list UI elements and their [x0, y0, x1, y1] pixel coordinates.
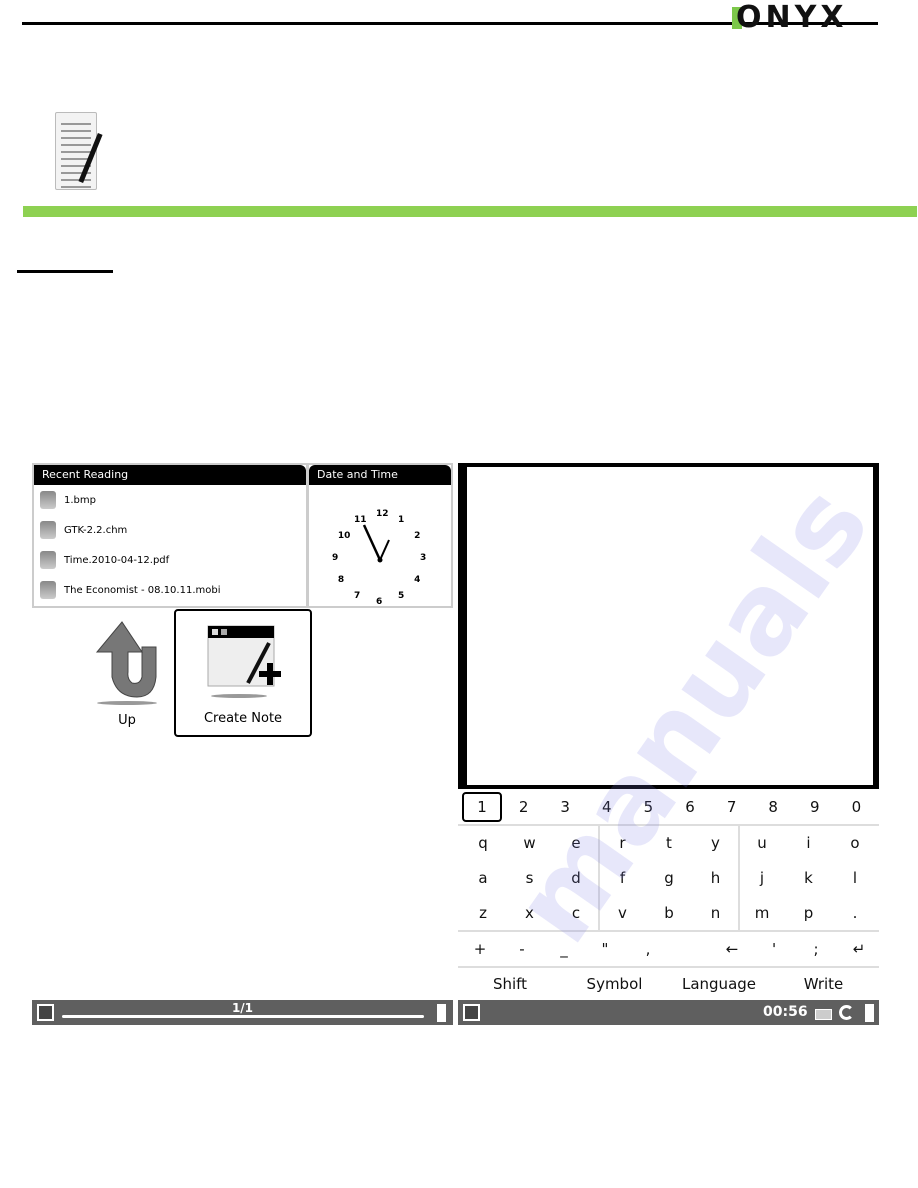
clock-number: 12	[376, 509, 389, 519]
key[interactable]: o	[835, 828, 875, 858]
list-item[interactable]: 1.bmp	[34, 485, 306, 515]
date-time-title: Date and Time	[309, 465, 451, 485]
onyx-logo: ONYX	[732, 0, 847, 35]
key-separator	[738, 826, 740, 930]
page-indicator: 1/1	[231, 1001, 254, 1015]
key[interactable]: 0	[836, 792, 876, 822]
file-icon	[40, 581, 56, 599]
page-progress-bar	[62, 1015, 424, 1018]
file-name: Time.2010-04-12.pdf	[64, 554, 170, 566]
menu-icon[interactable]	[463, 1004, 480, 1021]
key[interactable]: h	[696, 863, 736, 893]
key[interactable]: k	[789, 863, 829, 893]
file-name: 1.bmp	[64, 494, 96, 506]
clock-number: 2	[414, 531, 421, 541]
clock-number: 9	[332, 553, 339, 563]
key[interactable]: 8	[753, 792, 793, 822]
create-note-tile[interactable]: Create Note	[174, 609, 312, 737]
clock-number: 4	[414, 575, 421, 585]
file-icon	[40, 491, 56, 509]
file-icon	[40, 551, 56, 569]
key[interactable]: +	[461, 934, 499, 964]
key[interactable]: b	[649, 898, 689, 928]
list-item[interactable]: GTK-2.2.chm	[34, 515, 306, 545]
key[interactable]: '	[755, 934, 793, 964]
key[interactable]: ↵	[840, 934, 878, 964]
analog-clock: 12 1 2 3 4 5 6 7 8 9 10 11	[309, 485, 451, 607]
create-note-label: Create Note	[203, 711, 283, 726]
clock-number: 5	[398, 591, 405, 602]
keyboard-icon[interactable]	[815, 1009, 832, 1020]
key-separator	[458, 930, 879, 932]
key[interactable]: 9	[795, 792, 835, 822]
clock-hands	[362, 524, 390, 563]
up-arrow-icon	[95, 621, 157, 705]
key[interactable]: j	[742, 863, 782, 893]
key[interactable]: 1	[462, 792, 502, 822]
key-separator	[458, 966, 879, 968]
clock-number: 8	[337, 575, 345, 585]
key[interactable]: Write	[772, 969, 876, 999]
key[interactable]: l	[835, 863, 875, 893]
key[interactable]: y	[696, 828, 736, 858]
key[interactable]: Symbol	[563, 969, 667, 999]
battery-icon	[865, 1004, 874, 1022]
key[interactable]: ;	[797, 934, 835, 964]
key[interactable]: Shift	[458, 969, 562, 999]
key[interactable]: q	[463, 828, 503, 858]
clock-number: 7	[354, 591, 361, 602]
file-name: The Economist - 08.10.11.mobi	[64, 584, 221, 596]
clock-number: 3	[420, 553, 427, 563]
key[interactable]: Language	[667, 969, 771, 999]
key[interactable]: ←	[713, 934, 751, 964]
recent-reading-title: Recent Reading	[34, 465, 306, 485]
key[interactable]: -	[503, 934, 541, 964]
clock-number: 1	[398, 514, 405, 525]
key[interactable]: p	[789, 898, 829, 928]
clock-number: 6	[376, 597, 383, 607]
battery-icon	[437, 1004, 446, 1022]
create-note-icon	[207, 625, 281, 698]
list-item[interactable]: The Economist - 08.10.11.mobi	[34, 575, 306, 605]
status-bar: 1/1	[32, 1000, 453, 1025]
file-icon	[40, 521, 56, 539]
section-bar	[23, 206, 917, 217]
key[interactable]: n	[696, 898, 736, 928]
refresh-icon[interactable]	[839, 1005, 854, 1020]
heading-underline	[17, 270, 113, 273]
home-screen: Recent Reading 1.bmp GTK-2.2.chm Time.20…	[32, 463, 453, 1025]
status-bar: 00:56	[458, 1000, 879, 1025]
key[interactable]: 2	[504, 792, 544, 822]
list-item[interactable]: Time.2010-04-12.pdf	[34, 545, 306, 575]
key[interactable]: i	[789, 828, 829, 858]
key[interactable]: 7	[712, 792, 752, 822]
key[interactable]: z	[463, 898, 503, 928]
key[interactable]: ,	[629, 934, 667, 964]
clock-number: 11	[354, 514, 367, 525]
key[interactable]: m	[742, 898, 782, 928]
recent-reading-panel: Recent Reading 1.bmp GTK-2.2.chm Time.20…	[32, 463, 308, 608]
clock-time: 00:56	[763, 1004, 808, 1020]
clock-number: 10	[337, 531, 351, 541]
file-name: GTK-2.2.chm	[64, 524, 128, 536]
key[interactable]: u	[742, 828, 782, 858]
key[interactable]: .	[835, 898, 875, 928]
date-time-panel: Date and Time 12 1 2 3 4 5 6 7 8 9 10 11	[307, 463, 453, 608]
